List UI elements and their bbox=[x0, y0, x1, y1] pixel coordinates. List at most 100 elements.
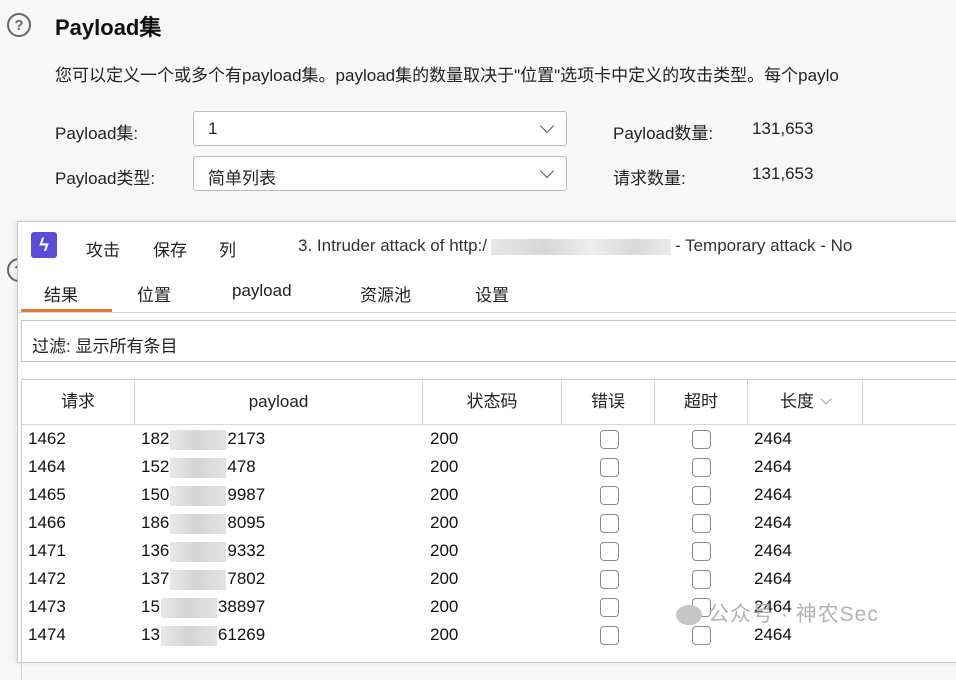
cell-payload-end: 2173 bbox=[227, 429, 266, 448]
cell-payload: 15 38897 bbox=[141, 593, 265, 621]
cell-request: 1473 bbox=[28, 597, 66, 616]
cell-payload: 152 478 bbox=[141, 453, 256, 481]
redacted-digits bbox=[170, 541, 227, 562]
error-checkbox[interactable] bbox=[600, 430, 619, 449]
error-checkbox[interactable] bbox=[600, 514, 619, 533]
tab-positions[interactable]: 位置 bbox=[137, 281, 171, 306]
cell-status: 200 bbox=[430, 625, 459, 644]
timeout-checkbox[interactable] bbox=[692, 542, 711, 561]
payload-count-value: 131,653 bbox=[752, 119, 814, 138]
cell-length: 2464 bbox=[754, 513, 792, 532]
cell-payload-start: 150 bbox=[141, 485, 170, 504]
cell-payload: 136 9332 bbox=[141, 537, 265, 565]
payload-set-label: Payload集: bbox=[55, 124, 139, 143]
request-count-value: 131,653 bbox=[752, 164, 814, 183]
cell-length: 2464 bbox=[754, 485, 792, 504]
cell-payload-end: 7802 bbox=[227, 569, 266, 588]
cell-request: 1474 bbox=[28, 625, 66, 644]
menu-save[interactable]: 保存 bbox=[153, 236, 187, 261]
cell-payload-start: 186 bbox=[141, 513, 170, 532]
table-row[interactable]: 1466 186 8095 200 2464 bbox=[22, 509, 956, 537]
redacted-digits bbox=[160, 625, 217, 646]
cell-request: 1465 bbox=[28, 485, 66, 504]
error-checkbox[interactable] bbox=[600, 542, 619, 561]
results-table: 请求 payload 状态码 错误 超时 长度 1462 182 2173 200 24… bbox=[21, 379, 956, 680]
error-checkbox[interactable] bbox=[600, 570, 619, 589]
redacted-digits bbox=[170, 513, 227, 534]
redacted-digits bbox=[170, 569, 227, 590]
timeout-checkbox[interactable] bbox=[692, 458, 711, 477]
column-header-timeout[interactable]: 超时 bbox=[655, 380, 748, 424]
timeout-checkbox[interactable] bbox=[692, 570, 711, 589]
cell-payload-start: 136 bbox=[141, 541, 170, 560]
column-header-status[interactable]: 状态码 bbox=[423, 380, 562, 424]
payload-count-label: Payload数量: bbox=[613, 124, 714, 143]
timeout-checkbox[interactable] bbox=[692, 626, 711, 645]
column-header-length[interactable]: 长度 bbox=[748, 380, 863, 424]
section-description: 您可以定义一个或多个有payload集。payload集的数量取决于"位置"选项… bbox=[55, 66, 839, 85]
redacted-digits bbox=[170, 485, 227, 506]
tab-settings[interactable]: 设置 bbox=[475, 281, 509, 306]
table-row[interactable]: 1462 182 2173 200 2464 bbox=[22, 425, 956, 453]
window-title-prefix: 3. Intruder attack of http:/ bbox=[298, 236, 487, 255]
payload-set-value: 1 bbox=[208, 119, 218, 138]
payload-type-label: Payload类型: bbox=[55, 169, 156, 188]
table-row[interactable]: 1464 152 478 200 2464 bbox=[22, 453, 956, 481]
error-checkbox[interactable] bbox=[600, 598, 619, 617]
payload-type-select[interactable]: 简单列表 bbox=[193, 156, 567, 191]
tabs-divider bbox=[18, 312, 956, 313]
cell-status: 200 bbox=[430, 457, 459, 476]
watermark: 公众号 · 神农Sec bbox=[676, 598, 879, 628]
menu-attack[interactable]: 攻击 bbox=[86, 236, 120, 261]
error-checkbox[interactable] bbox=[600, 486, 619, 505]
table-row[interactable]: 1471 136 9332 200 2464 bbox=[22, 537, 956, 565]
cell-request: 1462 bbox=[28, 429, 66, 448]
burp-logo-icon: ϟ bbox=[31, 232, 57, 258]
table-row[interactable]: 1465 150 9987 200 2464 bbox=[22, 481, 956, 509]
window-title: 3. Intruder attack of http:/ - Temporary … bbox=[298, 236, 852, 256]
cell-payload: 150 9987 bbox=[141, 481, 265, 509]
timeout-checkbox[interactable] bbox=[692, 486, 711, 505]
redacted-digits bbox=[160, 597, 217, 618]
tab-resource-pool[interactable]: 资源池 bbox=[360, 281, 411, 306]
watermark-text: 公众号 · 神农Sec bbox=[708, 603, 879, 626]
chevron-down-icon bbox=[539, 118, 555, 134]
cell-length: 2464 bbox=[754, 429, 792, 448]
wechat-icon bbox=[676, 605, 702, 626]
timeout-checkbox[interactable] bbox=[692, 430, 711, 449]
cell-status: 200 bbox=[430, 569, 459, 588]
timeout-checkbox[interactable] bbox=[692, 514, 711, 533]
cell-length: 2464 bbox=[754, 541, 792, 560]
cell-payload-end: 8095 bbox=[227, 513, 266, 532]
payload-set-select[interactable]: 1 bbox=[193, 111, 567, 146]
cell-status: 200 bbox=[430, 485, 459, 504]
tab-payloads[interactable]: payload bbox=[232, 281, 292, 301]
cell-payload-end: 9332 bbox=[227, 541, 266, 560]
column-header-request[interactable]: 请求 bbox=[22, 380, 135, 424]
cell-payload-start: 182 bbox=[141, 429, 170, 448]
menu-columns[interactable]: 列 bbox=[219, 236, 236, 261]
cell-payload-start: 15 bbox=[141, 597, 160, 616]
request-count-label: 请求数量: bbox=[613, 169, 686, 188]
filter-text: 过滤: 显示所有条目 bbox=[32, 337, 178, 356]
error-checkbox[interactable] bbox=[600, 626, 619, 645]
cell-payload: 137 7802 bbox=[141, 565, 265, 593]
help-icon[interactable]: ? bbox=[7, 13, 31, 37]
tab-results[interactable]: 结果 bbox=[44, 281, 78, 306]
filter-bar[interactable]: 过滤: 显示所有条目 bbox=[21, 320, 956, 362]
cell-length: 2464 bbox=[754, 569, 792, 588]
cell-status: 200 bbox=[430, 541, 459, 560]
intruder-attack-window: ϟ 攻击 保存 列 3. Intruder attack of http:/ - … bbox=[17, 221, 956, 680]
cell-payload-end: 61269 bbox=[217, 625, 266, 644]
payload-type-value: 简单列表 bbox=[208, 169, 276, 188]
section-title: Payload集 bbox=[55, 15, 162, 40]
redacted-digits bbox=[170, 429, 227, 450]
window-title-suffix: - Temporary attack - No bbox=[675, 236, 853, 255]
column-header-error[interactable]: 错误 bbox=[562, 380, 655, 424]
cell-payload-end: 38897 bbox=[217, 597, 266, 616]
table-row[interactable]: 1472 137 7802 200 2464 bbox=[22, 565, 956, 593]
column-header-payload[interactable]: payload bbox=[135, 380, 423, 424]
error-checkbox[interactable] bbox=[600, 458, 619, 477]
redacted-digits bbox=[170, 457, 227, 478]
cell-status: 200 bbox=[430, 429, 459, 448]
